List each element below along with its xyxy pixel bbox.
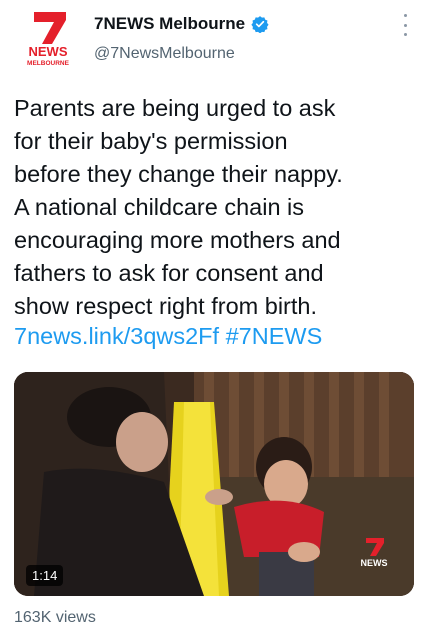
logo-news-text: NEWS <box>29 44 68 59</box>
avatar[interactable]: NEWS MELBOURNE <box>18 10 78 70</box>
news-watermark-icon: NEWS <box>356 536 392 572</box>
tweet-text: Parents are being urged to ask for their… <box>14 95 343 319</box>
logo-melbourne-text: MELBOURNE <box>27 60 70 67</box>
tweet-header: NEWS MELBOURNE 7NEWS Melbourne @7NewsMel… <box>0 0 428 80</box>
video-player[interactable]: 1:14 NEWS <box>14 372 414 596</box>
name-row: 7NEWS Melbourne <box>94 14 269 34</box>
account-handle[interactable]: @7NewsMelbourne <box>94 45 235 63</box>
tweet-link[interactable]: 7news.link/3qws2Ff <box>14 323 219 349</box>
tweet-links: 7news.link/3qws2Ff #7NEWS <box>14 320 322 353</box>
verified-badge-icon <box>251 15 269 34</box>
watermark-text: NEWS <box>361 558 388 568</box>
hashtag-link[interactable]: #7NEWS <box>226 323 323 349</box>
more-options-icon[interactable] <box>402 14 408 36</box>
display-name[interactable]: 7NEWS Melbourne <box>94 14 245 34</box>
view-count: 163K views <box>14 609 96 626</box>
video-thumbnail <box>14 372 414 596</box>
video-duration: 1:14 <box>26 565 64 586</box>
